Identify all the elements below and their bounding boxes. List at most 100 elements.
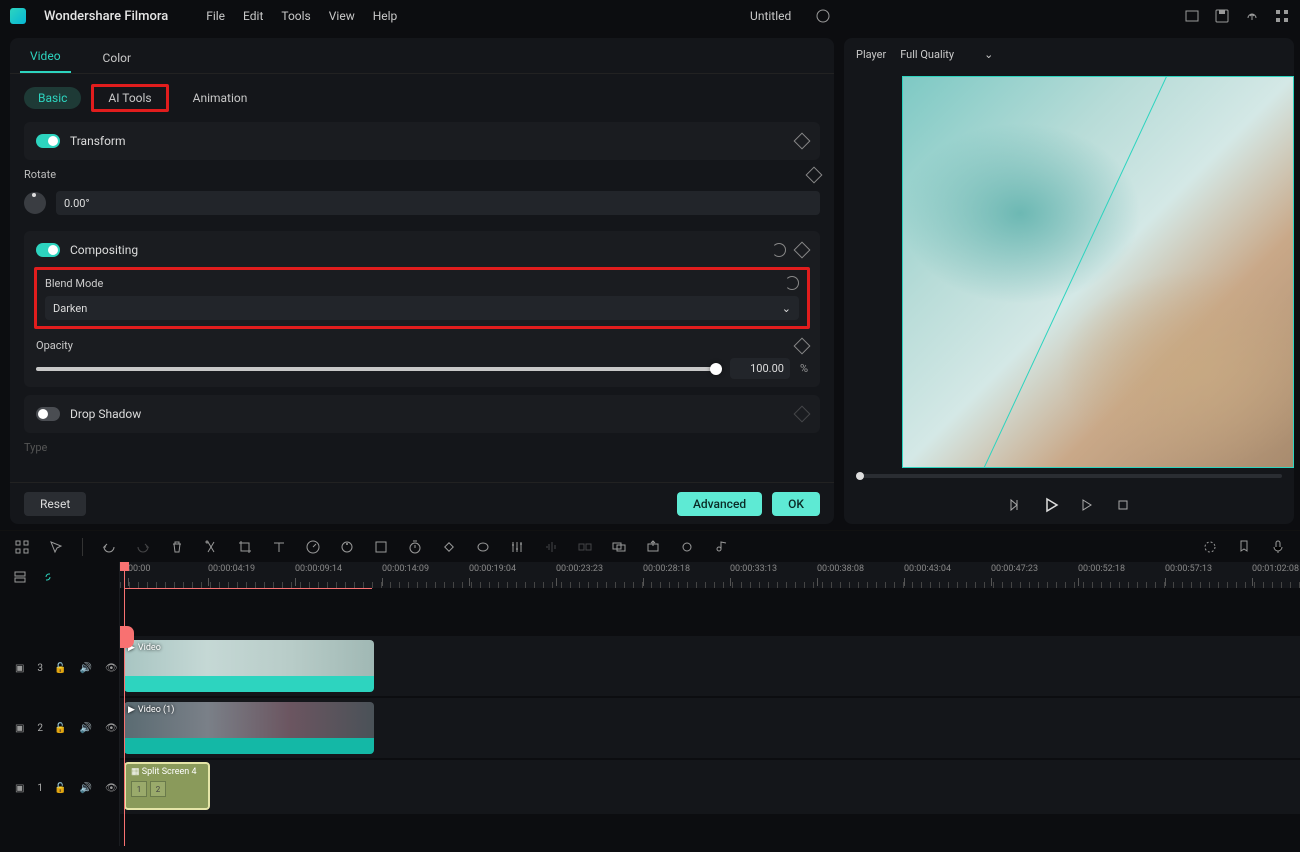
mute-icon[interactable]: 🔊 xyxy=(78,660,93,676)
greenscreen-icon[interactable] xyxy=(373,539,389,555)
menu-file[interactable]: File xyxy=(206,9,225,23)
eye-icon[interactable]: 👁 xyxy=(104,720,119,736)
color-icon[interactable] xyxy=(339,539,355,555)
mic-icon[interactable] xyxy=(1270,539,1286,555)
apps-icon[interactable] xyxy=(1274,8,1290,24)
tab-video[interactable]: Video xyxy=(20,41,71,73)
record-icon[interactable] xyxy=(679,539,695,555)
blend-mode-dropdown[interactable]: Darken ⌄ xyxy=(45,296,799,320)
timeline-track-heads: ▣ 3 🔓 🔊 👁 ▣ 2 🔓 🔊 👁 ▣ 1 🔓 🔊 👁 xyxy=(0,562,120,846)
rotate-keyframe-icon[interactable] xyxy=(806,166,823,183)
lock-icon[interactable]: 🔓 xyxy=(53,660,68,676)
menu-tools[interactable]: Tools xyxy=(281,9,310,23)
export-frame-icon[interactable] xyxy=(645,539,661,555)
blend-reset-icon[interactable] xyxy=(785,276,799,290)
delete-icon[interactable] xyxy=(169,539,185,555)
stop-icon[interactable] xyxy=(1115,497,1131,513)
preview-panel: Player Full Quality ⌄ xyxy=(844,38,1294,524)
opacity-value[interactable]: 100.00 xyxy=(730,358,790,379)
speed-icon[interactable] xyxy=(305,539,321,555)
timeline-ruler[interactable]: 00:00 00:00:04:19 00:00:09:14 00:00:14:0… xyxy=(120,562,1300,588)
next-frame-icon[interactable] xyxy=(1079,497,1095,513)
preview-viewport[interactable] xyxy=(902,76,1294,468)
text-icon[interactable] xyxy=(271,539,287,555)
reset-button[interactable]: Reset xyxy=(24,492,86,516)
track-3-num: 3 xyxy=(37,663,43,674)
prev-frame-icon[interactable] xyxy=(1007,497,1023,513)
menu-help[interactable]: Help xyxy=(373,9,398,23)
subtab-animation[interactable]: Animation xyxy=(179,87,262,109)
split-screen-clip[interactable]: ▦ Split Screen 4 1 2 xyxy=(124,762,210,810)
menu-edit[interactable]: Edit xyxy=(243,9,263,23)
tick: 00:00:04:19 xyxy=(208,564,255,574)
sub-tabs: Basic AI Tools Animation xyxy=(10,74,834,122)
transform-keyframe-icon[interactable] xyxy=(794,133,811,150)
playhead[interactable] xyxy=(124,562,125,846)
split-icon[interactable] xyxy=(203,539,219,555)
dropshadow-section: Drop Shadow xyxy=(24,395,820,433)
lock-icon[interactable]: 🔓 xyxy=(53,720,68,736)
grid-icon[interactable] xyxy=(14,539,30,555)
compositing-section: Compositing Blend Mode Darken ⌄ Opacity xyxy=(24,231,820,387)
tick: 00:00:38:08 xyxy=(817,564,864,574)
tab-color[interactable]: Color xyxy=(93,43,141,73)
keyframe-tool-icon[interactable] xyxy=(441,539,457,555)
group-icon[interactable] xyxy=(611,539,627,555)
track-layers-icon[interactable] xyxy=(12,569,28,585)
redo-icon[interactable] xyxy=(135,539,151,555)
compositing-reset-icon[interactable] xyxy=(772,243,786,257)
subtab-basic[interactable]: Basic xyxy=(24,87,81,109)
compositing-toggle[interactable] xyxy=(36,243,60,257)
compositing-keyframe-icon[interactable] xyxy=(794,242,811,259)
undo-icon[interactable] xyxy=(101,539,117,555)
dropshadow-toggle[interactable] xyxy=(36,407,60,421)
mask-icon[interactable] xyxy=(475,539,491,555)
menu-view[interactable]: View xyxy=(329,9,355,23)
timeline-marker[interactable] xyxy=(120,626,134,648)
rotate-input[interactable] xyxy=(56,191,820,215)
dropshadow-keyframe-icon[interactable] xyxy=(794,406,811,423)
advanced-button[interactable]: Advanced xyxy=(677,492,762,516)
mute-icon[interactable]: 🔊 xyxy=(78,720,93,736)
type-label: Type xyxy=(24,441,820,454)
timer-icon[interactable] xyxy=(407,539,423,555)
lock-icon[interactable]: 🔓 xyxy=(53,780,68,796)
save-icon[interactable] xyxy=(1214,8,1230,24)
quality-dropdown[interactable]: Full Quality ⌄ xyxy=(900,48,993,61)
eye-icon[interactable]: 👁 xyxy=(104,660,119,676)
render-icon[interactable] xyxy=(1202,539,1218,555)
clip-video-2[interactable]: ▶Video (1) xyxy=(124,702,374,754)
rotate-knob[interactable] xyxy=(24,192,46,214)
opacity-slider[interactable] xyxy=(36,367,720,371)
adjust-icon[interactable] xyxy=(509,539,525,555)
menubar: Wondershare Filmora File Edit Tools View… xyxy=(0,0,1300,32)
marker-icon[interactable] xyxy=(1236,539,1252,555)
ok-button[interactable]: OK xyxy=(772,492,820,516)
crop-icon[interactable] xyxy=(237,539,253,555)
track-1-num: 1 xyxy=(37,783,43,794)
track-1[interactable]: ▦ Split Screen 4 1 2 xyxy=(120,760,1300,814)
cloud-sync-icon[interactable] xyxy=(815,8,831,24)
clip-video-3[interactable]: ▶Video xyxy=(124,640,374,692)
link-icon[interactable] xyxy=(40,569,56,585)
music-icon[interactable] xyxy=(713,539,729,555)
tick: 00:00:47:23 xyxy=(991,564,1038,574)
pointer-icon[interactable] xyxy=(48,539,64,555)
splitscreen-icon: ▦ xyxy=(131,767,140,777)
track-head-3: ▣ 3 🔓 🔊 👁 xyxy=(0,638,119,698)
detach-icon[interactable] xyxy=(577,539,593,555)
upload-cloud-icon[interactable] xyxy=(1244,8,1260,24)
track-2[interactable]: ▶Video (1) xyxy=(120,698,1300,758)
track-3[interactable]: ▶Video xyxy=(120,636,1300,696)
opacity-label: Opacity xyxy=(36,339,73,352)
transform-toggle[interactable] xyxy=(36,134,60,148)
ss-box-1: 1 xyxy=(131,781,147,797)
preview-scrubber[interactable] xyxy=(844,468,1294,486)
audio-icon[interactable] xyxy=(543,539,559,555)
opacity-keyframe-icon[interactable] xyxy=(794,337,811,354)
play-icon[interactable] xyxy=(1043,497,1059,513)
layout-icon[interactable] xyxy=(1184,8,1200,24)
mute-icon[interactable]: 🔊 xyxy=(78,780,93,796)
eye-icon[interactable]: 👁 xyxy=(104,780,119,796)
subtab-ai-tools[interactable]: AI Tools xyxy=(91,84,168,112)
